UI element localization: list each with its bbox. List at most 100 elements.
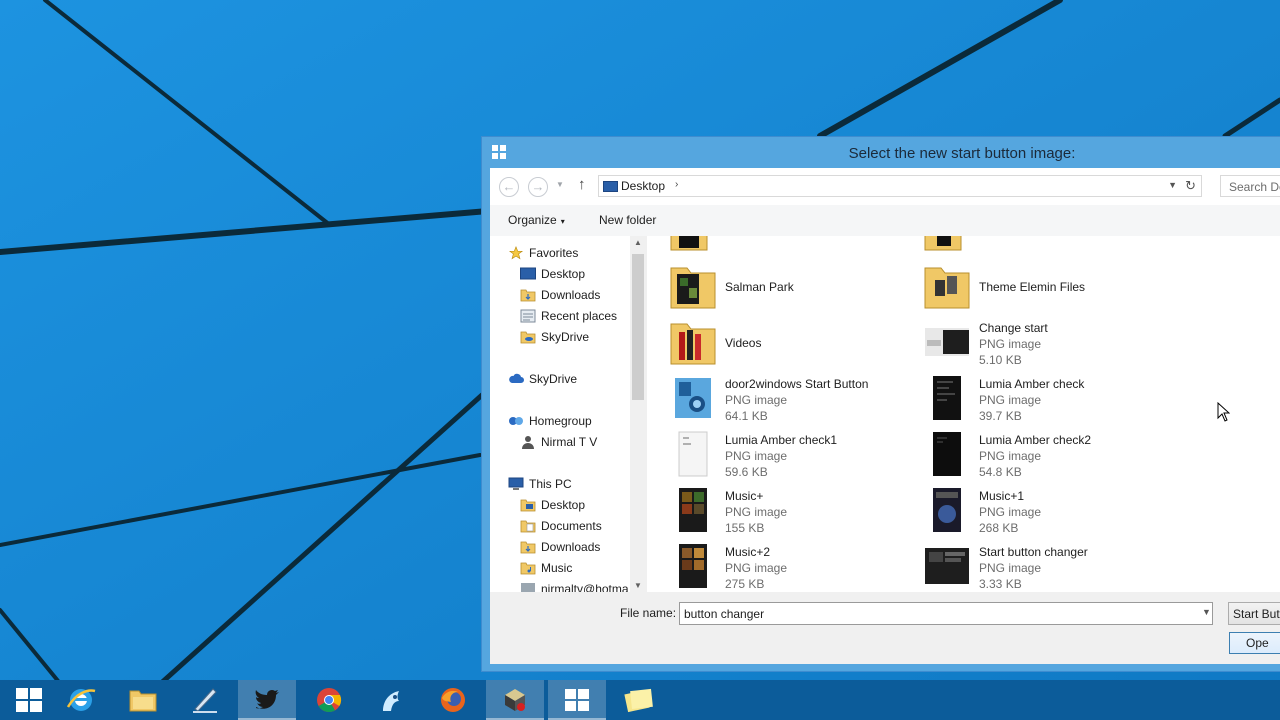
open-button[interactable]: Ope xyxy=(1229,632,1280,654)
scroll-up-icon[interactable]: ▲ xyxy=(634,238,642,247)
nav-label: Downloads xyxy=(541,288,601,302)
star-icon xyxy=(508,246,524,260)
navigation-scrollbar[interactable]: ▲ ▼ xyxy=(630,236,647,592)
recent-places-icon xyxy=(520,309,536,323)
file-type: PNG image xyxy=(979,561,1042,575)
downloads-folder-icon xyxy=(520,541,536,554)
image-thumbnail-icon xyxy=(933,432,961,476)
file-name: Change start xyxy=(979,321,1048,335)
file-size: 54.8 KB xyxy=(979,465,1022,479)
file-type: PNG image xyxy=(979,337,1042,351)
recent-locations-chevron-down-icon[interactable]: ▼ xyxy=(556,180,564,189)
taskbar-start-changer[interactable] xyxy=(548,680,606,720)
file-item-lumia-amber-check[interactable]: Lumia Amber check PNG image 39.7 KB xyxy=(923,374,1163,426)
file-item-music-plus[interactable]: Music+ PNG image 155 KB xyxy=(669,486,909,538)
address-location[interactable]: Desktop xyxy=(621,179,665,193)
search-input[interactable]: Search De xyxy=(1220,175,1280,197)
start-button[interactable] xyxy=(0,680,58,720)
file-size: 275 KB xyxy=(725,577,765,591)
image-thumbnail-icon xyxy=(933,376,961,420)
file-size: 155 KB xyxy=(725,521,765,535)
desktop-icon xyxy=(603,181,618,192)
computer-icon xyxy=(508,477,524,490)
taskbar-sticky-notes[interactable] xyxy=(610,680,668,720)
organize-label: Organize xyxy=(508,213,557,227)
folder-icon xyxy=(670,236,708,251)
nav-label: Documents xyxy=(541,519,602,533)
file-name-input[interactable] xyxy=(679,602,1213,625)
taskbar-app-installer[interactable] xyxy=(486,680,544,720)
taskbar-writing-app[interactable] xyxy=(176,680,234,720)
skydrive-folder-icon xyxy=(520,331,536,344)
taskbar-bird-app[interactable] xyxy=(362,680,420,720)
file-type: PNG image xyxy=(725,561,788,575)
file-item-music-plus-1[interactable]: Music+1 PNG image 268 KB xyxy=(923,486,1163,538)
documents-folder-icon xyxy=(520,520,536,533)
desktop-folder-icon xyxy=(520,499,536,512)
nav-label: Desktop xyxy=(541,498,586,512)
file-name-label: File name: xyxy=(620,606,677,620)
file-item-change-start[interactable]: Change start PNG image 5.10 KB xyxy=(923,318,1163,370)
scrollbar-thumb[interactable] xyxy=(632,254,644,400)
taskbar-firefox[interactable] xyxy=(424,680,482,720)
file-item-theme-elemin-files[interactable]: Theme Elemin Files xyxy=(923,262,1163,314)
chevron-down-icon: ▾ xyxy=(560,217,565,226)
breadcrumb-separator[interactable]: › xyxy=(675,179,678,190)
folder-icon xyxy=(924,236,962,251)
forward-arrow-icon[interactable]: → xyxy=(528,177,548,197)
file-name-chevron-down-icon[interactable]: ▼ xyxy=(1202,607,1211,617)
taskbar-file-explorer[interactable] xyxy=(114,680,172,720)
new-folder-button[interactable]: New folder xyxy=(599,213,656,227)
nav-label: This PC xyxy=(529,477,572,491)
internet-explorer-icon xyxy=(66,689,96,711)
file-type: PNG image xyxy=(725,505,788,519)
file-size: 268 KB xyxy=(979,521,1019,535)
image-thumbnail-icon xyxy=(925,328,969,356)
file-name: Music+2 xyxy=(725,545,771,559)
back-arrow-icon[interactable]: ← xyxy=(499,177,519,197)
file-name: Start button changer xyxy=(979,545,1088,559)
address-bar[interactable]: Desktop › ▼ ↻ xyxy=(598,175,1202,197)
file-size: 59.6 KB xyxy=(725,465,768,479)
file-item-start-button-changer[interactable]: Start button changer PNG image 3.33 KB xyxy=(923,542,1163,592)
file-item-door2windows[interactable]: door2windows Start Button PNG image 64.1… xyxy=(669,374,909,426)
taskbar-twitter[interactable] xyxy=(238,680,296,720)
file-name: door2windows Start Button xyxy=(725,377,869,391)
file-size: 39.7 KB xyxy=(979,409,1022,423)
file-item-lumia-amber-check2[interactable]: Lumia Amber check2 PNG image 54.8 KB xyxy=(923,430,1163,482)
navigation-pane: Favorites Desktop Downloads Recent place… xyxy=(490,236,646,592)
nav-label: SkyDrive xyxy=(541,330,590,344)
file-name: Lumia Amber check xyxy=(979,377,1085,391)
dialog-titlebar[interactable]: Select the new start button image: xyxy=(482,137,1280,169)
scroll-down-icon[interactable]: ▼ xyxy=(634,581,642,590)
dialog-footer: File name: ▼ Start Butt Ope xyxy=(490,592,1280,664)
refresh-icon[interactable]: ↻ xyxy=(1185,178,1196,194)
taskbar-chrome[interactable] xyxy=(300,680,358,720)
file-name: Theme Elemin Files xyxy=(979,280,1086,294)
desktop-icon xyxy=(520,267,536,280)
folder-icon xyxy=(670,267,716,309)
file-item-lumia-amber-check1[interactable]: Lumia Amber check1 PNG image 59.6 KB xyxy=(669,430,909,482)
up-arrow-icon[interactable]: ↑ xyxy=(578,176,586,193)
taskbar-internet-explorer[interactable] xyxy=(52,680,110,720)
file-item-salman-park[interactable]: Salman Park xyxy=(669,262,909,314)
image-thumbnail-icon xyxy=(925,548,969,584)
file-item-music-plus-2[interactable]: Music+2 PNG image 275 KB xyxy=(669,542,909,592)
file-list: Salman Park Theme Elemin Files Videos Ch… xyxy=(647,236,1280,592)
file-name: Music+1 xyxy=(979,489,1025,503)
file-type: PNG image xyxy=(725,393,788,407)
file-name: Lumia Amber check1 xyxy=(725,433,838,447)
file-type: PNG image xyxy=(725,449,788,463)
file-item-videos[interactable]: Videos xyxy=(669,318,909,370)
address-chevron-down-icon[interactable]: ▼ xyxy=(1168,180,1177,190)
file-name: Music+ xyxy=(725,489,764,503)
file-type-filter-label: Start Butt xyxy=(1233,607,1280,621)
image-thumbnail-icon xyxy=(679,544,707,588)
nav-label: Desktop xyxy=(541,267,586,281)
start-windows-icon xyxy=(16,688,42,712)
folder-icon xyxy=(670,323,716,365)
file-type-filter-select[interactable]: Start Butt xyxy=(1228,602,1280,625)
file-open-dialog: Select the new start button image: ← → ▼… xyxy=(481,136,1280,672)
organize-button[interactable]: Organize ▾ xyxy=(508,213,565,227)
command-bar: Organize ▾ New folder xyxy=(490,205,1280,236)
